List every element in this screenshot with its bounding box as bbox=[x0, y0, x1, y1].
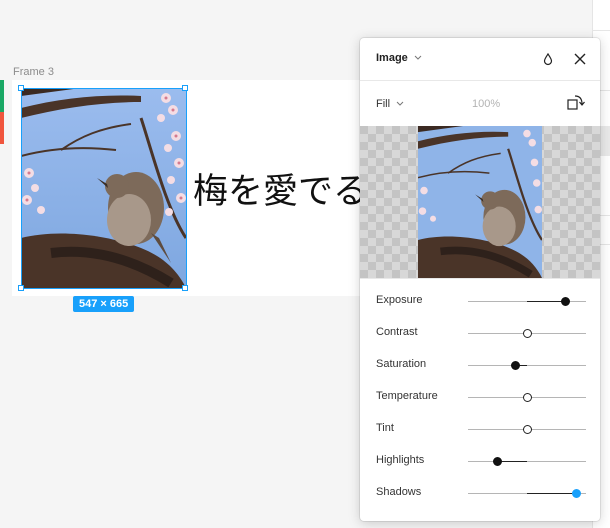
image-settings-popup: Image Fill 100% Exposure Contrast Satura… bbox=[360, 38, 600, 521]
adjustments-panel: Exposure Contrast Saturation Temperature Tin… bbox=[360, 278, 600, 521]
slider-knob[interactable] bbox=[493, 457, 502, 466]
popup-header: Image bbox=[360, 38, 600, 81]
preview-photo bbox=[418, 126, 542, 278]
slider-track[interactable] bbox=[468, 461, 586, 462]
adjustment-label: Temperature bbox=[376, 390, 438, 402]
sidebar-divider bbox=[593, 30, 610, 31]
adjustment-row-temperature: Temperature bbox=[360, 381, 600, 413]
slider-knob[interactable] bbox=[522, 329, 532, 338]
layer-color-strip-red bbox=[0, 112, 4, 144]
resize-handle-top-right[interactable] bbox=[182, 85, 188, 91]
frame-text[interactable]: 梅を愛でる bbox=[193, 163, 368, 214]
popup-title[interactable]: Image bbox=[376, 52, 408, 64]
chevron-down-icon[interactable] bbox=[396, 101, 404, 107]
chevron-down-icon[interactable] bbox=[414, 55, 422, 61]
frame-label[interactable]: Frame 3 bbox=[13, 66, 54, 78]
slider-knob[interactable] bbox=[561, 297, 571, 306]
bird-photo[interactable] bbox=[21, 88, 186, 288]
resize-handle-top-left[interactable] bbox=[18, 85, 24, 91]
slider-fill bbox=[527, 493, 577, 494]
adjustment-row-shadows: Shadows bbox=[360, 477, 600, 509]
adjustment-row-highlights: Highlights bbox=[360, 445, 600, 477]
slider-track[interactable] bbox=[468, 365, 586, 366]
adjustment-row-tint: Tint bbox=[360, 413, 600, 445]
adjustment-label: Saturation bbox=[376, 358, 427, 370]
fill-row: Fill 100% bbox=[360, 80, 600, 126]
fill-mode-select[interactable]: Fill bbox=[376, 98, 390, 110]
layer-color-strip-green bbox=[0, 80, 4, 112]
adjustment-label: Highlights bbox=[376, 454, 425, 466]
slider-knob[interactable] bbox=[510, 361, 520, 370]
resize-handle-bottom-left[interactable] bbox=[18, 285, 24, 291]
adjustment-label: Tint bbox=[376, 422, 394, 434]
adjustment-row-contrast: Contrast bbox=[360, 317, 600, 349]
slider-knob[interactable] bbox=[522, 425, 532, 434]
slider-knob[interactable] bbox=[572, 489, 582, 498]
resize-handle-bottom-right[interactable] bbox=[182, 285, 188, 291]
rotate-icon[interactable] bbox=[566, 93, 586, 113]
adjustment-row-exposure: Exposure bbox=[360, 285, 600, 317]
opacity-value[interactable]: 100% bbox=[472, 98, 500, 110]
adjustment-label: Exposure bbox=[376, 294, 423, 306]
size-badge: 547 × 665 bbox=[73, 296, 135, 312]
adjustment-label: Contrast bbox=[376, 326, 418, 338]
adjustment-row-saturation: Saturation bbox=[360, 349, 600, 381]
slider-knob[interactable] bbox=[522, 393, 532, 402]
slider-fill bbox=[527, 301, 566, 302]
close-icon[interactable] bbox=[572, 51, 588, 67]
adjustment-label: Shadows bbox=[376, 486, 422, 498]
drop-icon[interactable] bbox=[542, 52, 554, 66]
image-preview[interactable] bbox=[360, 126, 600, 278]
